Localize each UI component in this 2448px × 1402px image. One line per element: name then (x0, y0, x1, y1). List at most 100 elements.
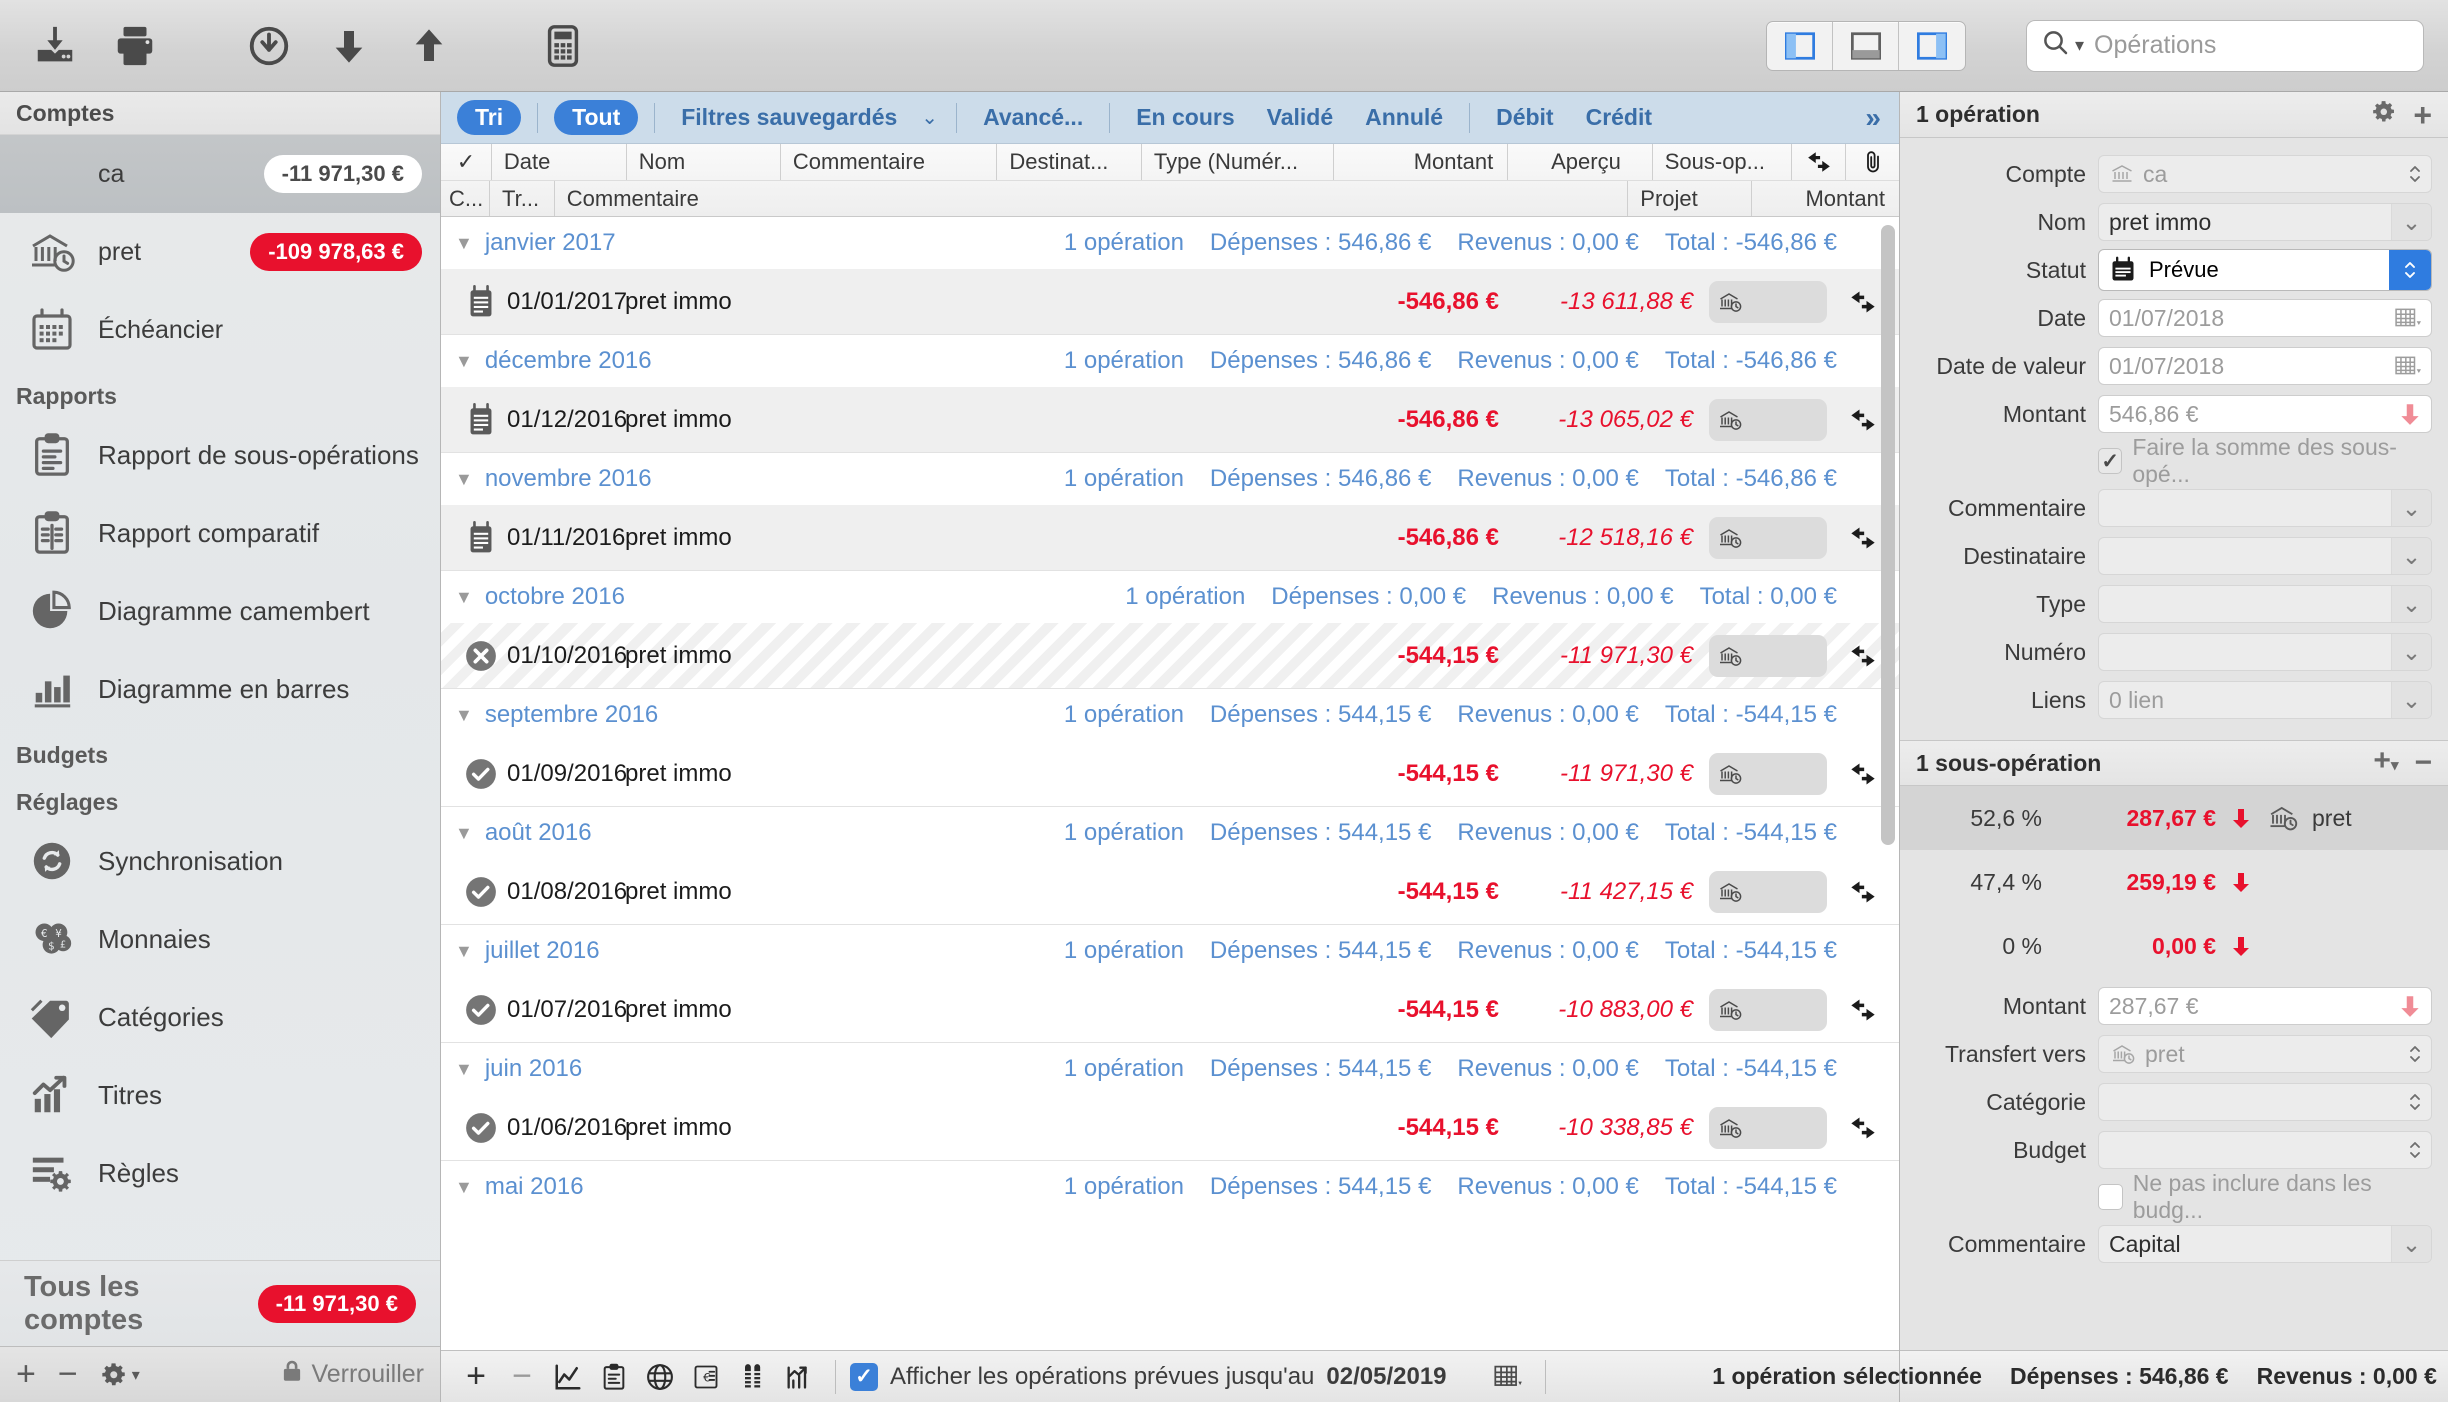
download-circle-icon[interactable] (238, 15, 300, 77)
status-badge[interactable] (455, 402, 507, 437)
suboperation-row[interactable]: 52,6 % 287,67 € pret (1900, 786, 2448, 850)
month-group-header[interactable]: ▼ mai 2016 1 opération Dépenses : 544,15 € R… (441, 1161, 1899, 1213)
scheduler-icon[interactable] (729, 1362, 775, 1392)
month-group-header[interactable]: ▼ janvier 2017 1 opération Dépenses : 546,8… (441, 217, 1899, 269)
stepper-icon[interactable] (2407, 1084, 2423, 1120)
search-dropdown-caret[interactable]: ▾ (2075, 35, 2084, 56)
column-header-commentaire[interactable]: Commentaire (779, 144, 996, 180)
status-badge[interactable] (455, 639, 507, 673)
column-header-tr[interactable]: Tr... (488, 181, 554, 216)
stepper-icon[interactable] (2407, 1036, 2423, 1072)
saved-filters-dropdown[interactable]: Filtres sauvegardés (665, 104, 913, 131)
column-header-projet[interactable]: Projet (1627, 181, 1751, 216)
sidebar-item-diagramme-camembert[interactable]: Diagramme camembert (0, 572, 440, 650)
statut-select[interactable]: Prévue (2098, 249, 2432, 291)
compte-stepper[interactable]: ca (2098, 155, 2432, 193)
show-scheduled-date[interactable]: 02/05/2019 (1326, 1363, 1446, 1391)
commentaire-combo[interactable]: ⌄ (2098, 489, 2432, 527)
clipboard-icon[interactable] (591, 1362, 637, 1392)
chevron-down-icon[interactable]: ⌄ (2391, 586, 2431, 622)
status-badge[interactable] (455, 993, 507, 1027)
month-group-header[interactable]: ▼ novembre 2016 1 opération Dépenses : 546,… (441, 453, 1899, 505)
remove-operation-button[interactable]: − (499, 1357, 545, 1396)
filter-en-cours[interactable]: En cours (1120, 104, 1250, 131)
view-bottom-panel-icon[interactable] (1833, 21, 1899, 70)
table-row[interactable]: 01/07/2016 pret immo -544,15 € -10 883,00 € (441, 977, 1899, 1043)
month-group-header[interactable]: ▼ décembre 2016 1 opération Dépenses : 546,… (441, 335, 1899, 387)
scrollbar-thumb[interactable] (1881, 225, 1895, 845)
exclude-budget-checkbox[interactable]: ✓ (2098, 1184, 2123, 1210)
disclosure-triangle-icon[interactable]: ▼ (455, 1059, 473, 1080)
column-header-montant[interactable]: Montant (1333, 144, 1507, 180)
type-combo[interactable]: ⌄ (2098, 585, 2432, 623)
view-sidebar-icon[interactable] (1767, 21, 1833, 70)
sidebar-item-ca[interactable]: ca -11 971,30 € (0, 135, 440, 213)
disclosure-triangle-icon[interactable]: ▼ (455, 233, 473, 254)
disclosure-triangle-icon[interactable]: ▼ (455, 469, 473, 490)
filter-annule[interactable]: Annulé (1349, 104, 1459, 131)
transfer-icon[interactable] (1791, 144, 1845, 180)
calendar-grid-icon[interactable] (1485, 1363, 1531, 1391)
gear-icon[interactable]: ▾ (100, 1361, 140, 1389)
budget-stepper[interactable] (2098, 1131, 2432, 1169)
upload-arrow-icon[interactable] (398, 15, 460, 77)
attachment-icon[interactable] (1845, 144, 1899, 180)
liens-combo[interactable]: 0 lien ⌄ (2098, 681, 2432, 719)
disclosure-triangle-icon[interactable]: ▼ (455, 705, 473, 726)
filter-overflow-button[interactable]: » (1865, 102, 1889, 134)
status-badge[interactable] (455, 875, 507, 909)
row-suboperation-cell[interactable] (1709, 280, 1827, 323)
show-scheduled-checkbox[interactable]: ✓ (850, 1362, 878, 1391)
destinataire-combo[interactable]: ⌄ (2098, 537, 2432, 575)
row-suboperation-cell[interactable] (1709, 870, 1827, 913)
row-suboperation-cell[interactable] (1709, 398, 1827, 441)
remove-suboperation-button[interactable]: − (2414, 748, 2432, 778)
view-inspector-icon[interactable] (1899, 22, 1965, 70)
suboperation-row[interactable]: 47,4 % 259,19 € (1900, 850, 2448, 914)
row-suboperation-cell[interactable] (1709, 634, 1827, 677)
add-suboperation-button[interactable]: +▾ (2373, 745, 2398, 777)
chevron-down-icon[interactable]: ⌄ (913, 105, 946, 130)
status-badge[interactable] (455, 1111, 507, 1145)
status-badge[interactable] (455, 520, 507, 555)
operations-scrollbar[interactable] (1881, 225, 1895, 1205)
bar-chart-icon[interactable] (775, 1362, 821, 1392)
filter-advanced[interactable]: Avancé... (967, 104, 1099, 131)
sidebar-item-synchronisation[interactable]: Synchronisation (0, 822, 440, 900)
table-row[interactable]: 01/10/2016 pret immo -544,15 € -11 971,30 € (441, 623, 1899, 689)
disclosure-triangle-icon[interactable]: ▼ (455, 587, 473, 608)
column-header-check[interactable]: ✓ (441, 144, 491, 180)
numero-combo[interactable]: ⌄ (2098, 633, 2432, 671)
globe-icon[interactable] (637, 1362, 683, 1392)
chevron-down-icon[interactable]: ⌄ (2391, 204, 2431, 240)
chevron-down-icon[interactable]: ⌄ (2391, 538, 2431, 574)
sidebar-item-categories[interactable]: Catégories (0, 978, 440, 1056)
column-header-apercu[interactable]: Aperçu (1507, 144, 1652, 180)
sidebar-item-titres[interactable]: Titres (0, 1056, 440, 1134)
categorie-stepper[interactable] (2098, 1083, 2432, 1121)
invoice-euro-icon[interactable]: € (683, 1362, 729, 1392)
calendar-grid-icon[interactable] (2393, 348, 2423, 384)
calculator-icon[interactable] (532, 15, 594, 77)
row-suboperation-cell[interactable] (1709, 988, 1827, 1031)
stepper-icon[interactable] (2407, 1132, 2423, 1168)
filter-pill-tout[interactable]: Tout (554, 100, 639, 135)
import-icon[interactable] (24, 15, 86, 77)
chevron-down-icon[interactable]: ⌄ (2391, 1226, 2431, 1262)
lock-button[interactable]: Verrouiller (279, 1357, 424, 1392)
table-row[interactable]: 01/11/2016 pret immo -546,86 € -12 518,16 € (441, 505, 1899, 571)
month-group-header[interactable]: ▼ octobre 2016 1 opération Dépenses : 0,00 … (441, 571, 1899, 623)
month-group-header[interactable]: ▼ juillet 2016 1 opération Dépenses : 544,1… (441, 925, 1899, 977)
filter-valide[interactable]: Validé (1251, 104, 1349, 131)
column-header-sub-montant[interactable]: Montant (1751, 181, 1899, 216)
table-row[interactable]: 01/09/2016 pret immo -544,15 € -11 971,30 € (441, 741, 1899, 807)
sidebar-item-regles[interactable]: Règles (0, 1134, 440, 1212)
subop-commentaire-combo[interactable]: Capital ⌄ (2098, 1225, 2432, 1263)
subop-montant-field[interactable]: 287,67 € (2098, 987, 2432, 1025)
sum-suboperations-checkbox[interactable]: ✓ (2098, 448, 2123, 474)
month-group-header[interactable]: ▼ août 2016 1 opération Dépenses : 544,15 €… (441, 807, 1899, 859)
download-arrow-icon[interactable] (318, 15, 380, 77)
filter-credit[interactable]: Crédit (1570, 104, 1668, 131)
column-header-date[interactable]: Date (490, 144, 626, 180)
column-header-c[interactable]: C... (441, 181, 489, 216)
